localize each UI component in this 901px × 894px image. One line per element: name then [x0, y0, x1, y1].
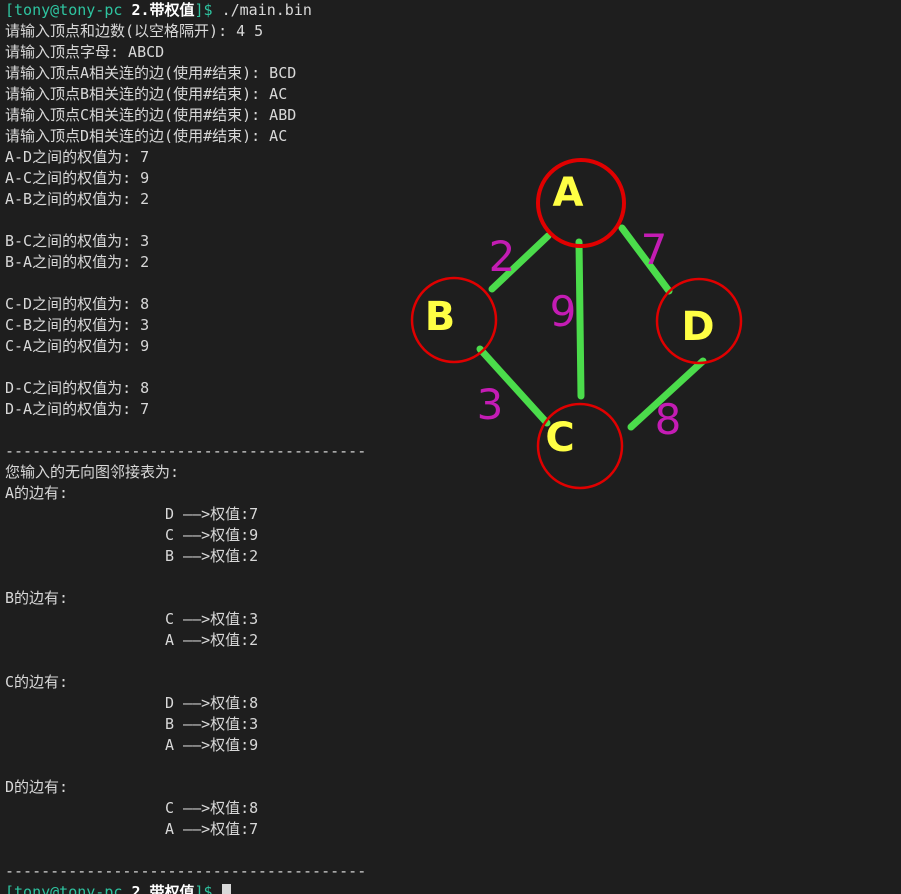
weight-a-d: 7	[641, 225, 668, 274]
node-c-label: C	[545, 415, 574, 461]
edge-a-c	[575, 238, 585, 400]
weight-a-c: 9	[550, 287, 577, 336]
node-b-label: B	[425, 294, 456, 340]
weight-b-c: 3	[477, 380, 504, 429]
weight-a-b: 2	[489, 232, 516, 281]
weight-c-d: 8	[655, 395, 682, 444]
node-a-label: A	[553, 170, 584, 216]
node-d-label: D	[681, 304, 714, 350]
terminal-window[interactable]: [tony@tony-pc 2.带权值]$ ./main.bin 请输入顶点和边…	[0, 0, 901, 894]
graph-diagram: A B C D 2 9 7 3 8	[410, 158, 743, 490]
